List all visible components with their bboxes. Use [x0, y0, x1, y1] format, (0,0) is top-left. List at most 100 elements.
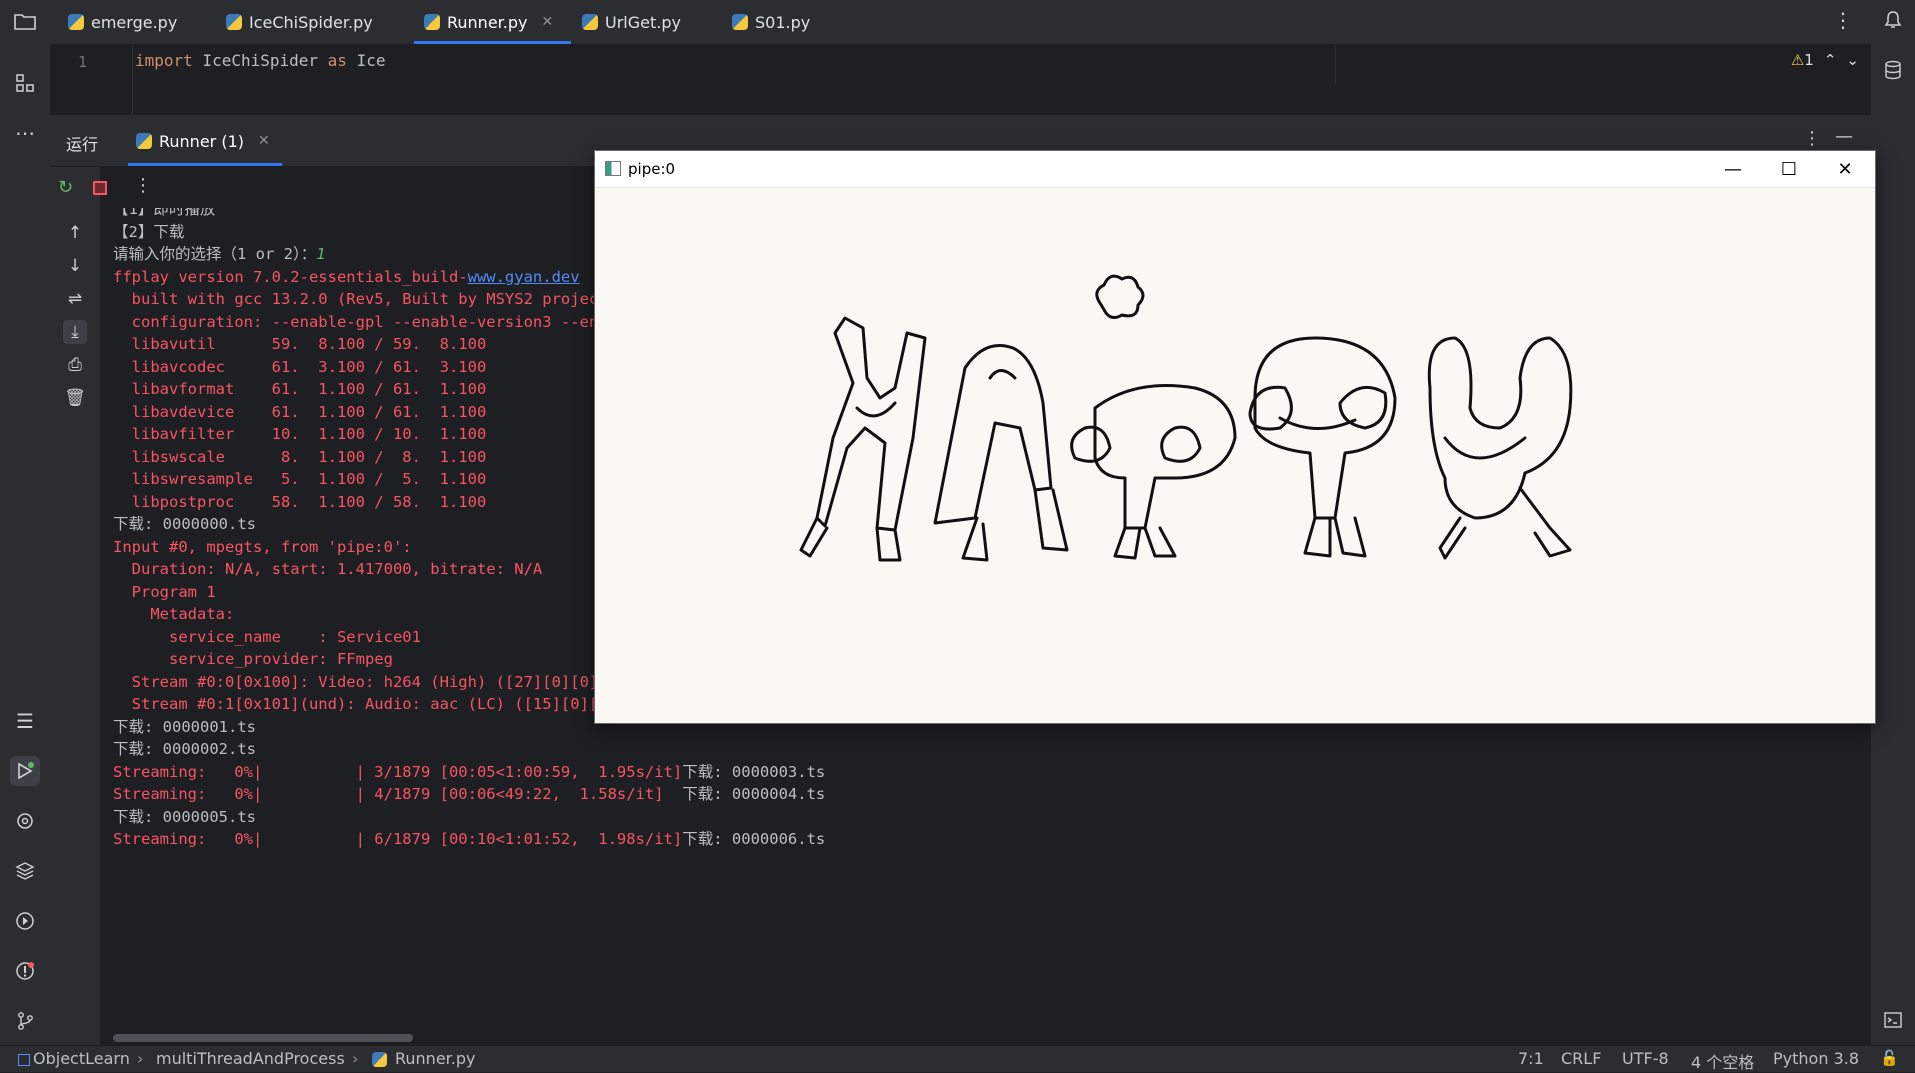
- tab-icechispider[interactable]: IceChiSpider.py: [226, 0, 373, 44]
- python-interpreter[interactable]: Python 3.8: [1773, 1049, 1859, 1068]
- tab-label: emerge.py: [91, 12, 178, 32]
- database-icon[interactable]: [1879, 56, 1907, 84]
- stop-icon[interactable]: [93, 181, 107, 195]
- python-file-icon: [732, 14, 748, 30]
- console-line: libswresample 5. 1.100 / 5. 1.100: [113, 468, 487, 490]
- console-line-text: 【2】下载: [113, 222, 185, 241]
- console-line-text: libswresample 5. 1.100 / 5. 1.100: [113, 470, 487, 488]
- console-link[interactable]: www.gyan.dev: [468, 268, 580, 286]
- lock-icon[interactable]: 🔓: [1880, 1049, 1899, 1067]
- breadcrumb-project[interactable]: ObjectLearn: [33, 1049, 130, 1068]
- indent-setting[interactable]: 4 个空格: [1691, 1049, 1754, 1073]
- more-tools-icon[interactable]: ⋯: [10, 118, 40, 148]
- more-actions-icon[interactable]: ⋮: [134, 175, 152, 196]
- window-title-bar[interactable]: pipe:0 — ☐ ✕: [595, 151, 1875, 188]
- notifications-icon[interactable]: [1879, 6, 1907, 34]
- close-run-tab-icon[interactable]: ✕: [258, 133, 270, 149]
- project-folder-icon[interactable]: [10, 6, 40, 36]
- video-frame[interactable]: [595, 188, 1875, 723]
- console-line: 请输入你的选择（1 or 2）：1: [113, 243, 326, 265]
- console-line: libavformat 61. 1.100 / 61. 1.100: [113, 378, 487, 400]
- console-line: Metadata:: [113, 603, 234, 625]
- console-line-text: 下载: 0000000.ts: [113, 515, 256, 533]
- console-line-text: libavcodec 61. 3.100 / 61. 3.100: [113, 357, 487, 376]
- module-icon: [18, 1054, 30, 1066]
- maximize-button[interactable]: ☐: [1761, 151, 1817, 187]
- left-toolbar: ⋯ ☰: [0, 0, 51, 1046]
- terminal-icon[interactable]: [1879, 1006, 1907, 1034]
- run-tab-label: Runner (1): [159, 131, 244, 151]
- tab-label: Runner.py: [447, 12, 528, 32]
- code-keyword-import: import: [135, 51, 193, 70]
- todo-list-icon[interactable]: ☰: [10, 706, 40, 736]
- console-line: libavfilter 10. 1.100 / 10. 1.100: [113, 423, 487, 445]
- clear-all-icon[interactable]: 🗑: [63, 386, 87, 410]
- status-bar: ObjectLearn › multiThreadAndProcess › Ru…: [0, 1045, 1915, 1072]
- console-line-text: ffplay version 7.0.2-essentials_build-: [113, 267, 468, 286]
- code-editor[interactable]: 1 import IceChiSpider as Ice ⚠1 ⌃ ⌄: [50, 45, 1871, 116]
- hide-panel-icon[interactable]: —: [1835, 126, 1853, 147]
- minimize-button[interactable]: —: [1705, 151, 1761, 187]
- console-line-text: 下载: 0000001.ts: [113, 717, 256, 736]
- git-icon[interactable]: [10, 1006, 40, 1036]
- line-separator[interactable]: CRLF: [1561, 1049, 1601, 1068]
- editor-tab-bar: emerge.py IceChiSpider.py Runner.py ✕ Url…: [50, 0, 1871, 45]
- python-packages-icon[interactable]: [10, 856, 40, 886]
- breadcrumb-file[interactable]: Runner.py: [395, 1049, 475, 1068]
- warning-icon: ⚠: [1790, 51, 1805, 69]
- structure-icon[interactable]: [10, 68, 40, 98]
- line-number: 1: [78, 53, 88, 71]
- app-window-icon: [605, 161, 621, 176]
- inspection-widget[interactable]: ⚠1 ⌃ ⌄: [1791, 51, 1859, 69]
- console-line: Streaming: 0%| | 4/1879 [00:06<49:22, 1.…: [113, 783, 825, 805]
- video-player-window[interactable]: pipe:0 — ☐ ✕: [594, 150, 1876, 724]
- previous-highlight-icon[interactable]: ⌃: [1824, 51, 1837, 69]
- horizontal-scrollbar[interactable]: [113, 1034, 413, 1042]
- scroll-down-icon[interactable]: ↓: [63, 254, 87, 278]
- close-tab-icon[interactable]: ✕: [541, 14, 553, 30]
- python-file-icon: [68, 14, 84, 30]
- run-config-tab[interactable]: Runner (1) ✕: [128, 116, 282, 166]
- console-line-text: libswscale 8. 1.100 / 8. 1.100: [113, 447, 487, 466]
- console-line: libpostproc 58. 1.100 / 58. 1.100: [113, 491, 487, 513]
- problems-icon[interactable]: [10, 956, 40, 986]
- file-encoding[interactable]: UTF-8: [1622, 1049, 1669, 1068]
- breadcrumb-separator-icon: ›: [352, 1049, 359, 1068]
- python-file-icon: [136, 133, 152, 149]
- tab-urlget[interactable]: UrlGet.py: [582, 0, 681, 44]
- console-line: libavcodec 61. 3.100 / 61. 3.100: [113, 356, 487, 378]
- breadcrumb-folder[interactable]: multiThreadAndProcess: [156, 1049, 345, 1068]
- soft-wrap-icon[interactable]: ⇌: [63, 287, 87, 311]
- scroll-up-icon[interactable]: ↑: [63, 221, 87, 245]
- breadcrumb-separator-icon: ›: [137, 1049, 144, 1068]
- console-line: 下载: 0000005.ts: [113, 806, 256, 828]
- python-console-icon[interactable]: [10, 806, 40, 836]
- print-icon[interactable]: ⎙: [63, 353, 87, 377]
- console-line-text: Streaming: 0%| | 3/1879 [00:05<1:00:59, …: [113, 762, 683, 781]
- console-line-suffix: 下载: 0000006.ts: [682, 830, 826, 848]
- next-highlight-icon[interactable]: ⌄: [1846, 51, 1859, 69]
- console-line-text: service_provider: FFmpeg: [113, 650, 393, 668]
- run-tool-icon[interactable]: [10, 756, 40, 786]
- tab-s01[interactable]: S01.py: [732, 0, 810, 44]
- rerun-icon[interactable]: ↻: [58, 177, 73, 198]
- console-line-text: libavutil 59. 8.100 / 59. 8.100: [113, 335, 487, 353]
- code-line[interactable]: import IceChiSpider as Ice: [135, 51, 385, 70]
- tab-runner[interactable]: Runner.py ✕: [413, 0, 572, 44]
- console-line-text: Program 1: [113, 582, 216, 601]
- console-line: service_provider: FFmpeg: [113, 648, 393, 670]
- console-line: libavdevice 61. 1.100 / 61. 1.100: [113, 401, 487, 423]
- run-panel-options-icon[interactable]: ⋮: [1803, 128, 1821, 149]
- console-line: 【1】即时播放: [113, 208, 215, 220]
- tab-options-icon[interactable]: ⋮: [1833, 8, 1853, 32]
- caret-position[interactable]: 7:1: [1518, 1049, 1544, 1068]
- scroll-to-end-icon[interactable]: ⤓: [63, 320, 87, 344]
- tab-label: S01.py: [755, 12, 811, 32]
- console-line-text: Metadata:: [113, 605, 235, 623]
- console-line-text: built with gcc 13.2.0 (Rev5, Built by MS…: [113, 290, 617, 308]
- tab-emerge[interactable]: emerge.py: [68, 0, 177, 44]
- console-line-suffix: 下载: 0000003.ts: [682, 762, 826, 781]
- close-button[interactable]: ✕: [1817, 151, 1873, 187]
- console-user-input: 1: [316, 245, 326, 263]
- services-icon[interactable]: [10, 906, 40, 936]
